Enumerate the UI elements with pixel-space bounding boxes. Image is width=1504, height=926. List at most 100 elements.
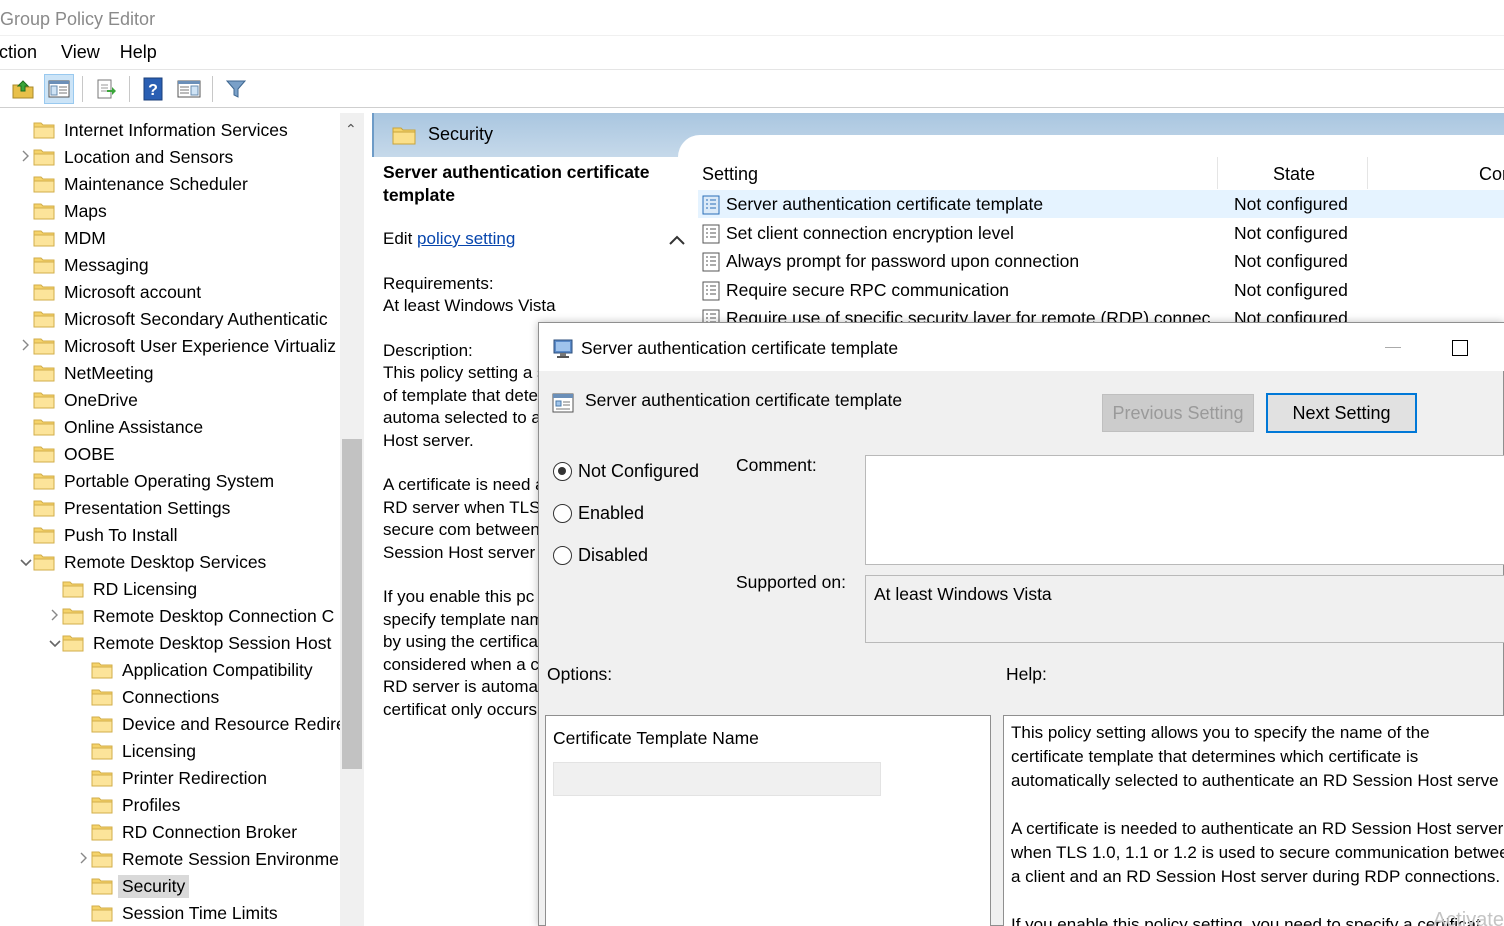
toolbar-separator — [129, 76, 130, 102]
tree-node-label: Microsoft User Experience Virtualiz — [64, 336, 336, 357]
supported-on-value: At least Windows Vista — [874, 584, 1052, 605]
tree-node-label: Session Time Limits — [122, 903, 278, 924]
folder-icon — [91, 689, 113, 706]
policy-dialog-icon — [551, 337, 575, 364]
tree-node[interactable]: Location and Sensors — [19, 144, 233, 171]
tree-node-label: Licensing — [122, 741, 196, 762]
chevron-right-icon[interactable] — [48, 609, 62, 624]
tree-node[interactable]: Messaging — [19, 252, 149, 279]
tree-scrollbar-thumb[interactable] — [342, 439, 362, 769]
radio-not-configured[interactable]: Not Configured — [553, 461, 699, 482]
export-list-icon[interactable] — [91, 74, 121, 104]
radio-label: Not Configured — [578, 461, 699, 482]
certificate-template-input[interactable] — [553, 762, 881, 796]
tree-node-label: Push To Install — [64, 525, 178, 546]
tree-node[interactable]: Profiles — [77, 792, 180, 819]
policy-setting-icon — [702, 281, 720, 306]
column-separator[interactable] — [1217, 157, 1218, 189]
tree-node[interactable]: Maps — [19, 198, 107, 225]
tree-node[interactable]: Presentation Settings — [19, 495, 230, 522]
radio-enabled[interactable]: Enabled — [553, 503, 644, 524]
tree-node[interactable]: Push To Install — [19, 522, 178, 549]
radio-circle[interactable] — [553, 546, 572, 565]
scroll-up-icon[interactable]: ⌃ — [345, 121, 357, 138]
certificate-template-label: Certificate Template Name — [553, 728, 759, 749]
tree-node[interactable]: RD Connection Broker — [77, 819, 297, 846]
chevron-right-icon[interactable] — [77, 852, 91, 867]
radio-circle[interactable] — [553, 504, 572, 523]
tree-node[interactable]: Microsoft account — [19, 279, 201, 306]
tree-node[interactable]: Connections — [77, 684, 219, 711]
folder-icon — [91, 716, 113, 733]
setting-row[interactable]: Always prompt for password upon connecti… — [698, 247, 1504, 275]
chevron-right-icon[interactable] — [19, 339, 33, 354]
tree-node-label: Printer Redirection — [122, 768, 267, 789]
tree-node[interactable]: Application Compatibility — [77, 657, 313, 684]
help-paragraph-3: If you enable this policy setting, you n… — [1011, 913, 1504, 926]
policy-setting-icon — [702, 195, 720, 220]
menu-action[interactable]: ction — [0, 42, 61, 63]
column-setting[interactable]: Setting — [702, 164, 758, 185]
maximize-icon[interactable] — [1452, 340, 1468, 356]
settings-list-header: Setting State Cor — [690, 157, 1504, 189]
radio-circle-checked[interactable] — [553, 462, 572, 481]
properties-view-icon[interactable] — [174, 74, 204, 104]
setting-row[interactable]: Set client connection encryption levelNo… — [698, 219, 1504, 247]
help-line: a client and an RD Session Host server d… — [1011, 867, 1500, 886]
folder-icon — [33, 257, 55, 274]
menu-view[interactable]: View — [61, 42, 120, 63]
tree-node[interactable]: Remote Desktop Session Host — [48, 630, 331, 657]
folder-icon — [33, 527, 55, 544]
show-hide-tree-icon[interactable] — [44, 74, 74, 104]
tree-node[interactable]: Remote Desktop Connection C — [48, 603, 334, 630]
tree-node[interactable]: Session Time Limits — [77, 900, 278, 926]
setting-row[interactable]: Server authentication certificate templa… — [698, 190, 1504, 218]
help-line: when TLS 1.0, 1.1 or 1.2 is used to secu… — [1011, 843, 1504, 862]
tree-node-label: Remote Session Environme — [122, 849, 339, 870]
tree-node[interactable]: Microsoft User Experience Virtualiz — [19, 333, 336, 360]
tree-node[interactable]: Remote Session Environme — [77, 846, 339, 873]
pane-splitter[interactable] — [364, 113, 372, 926]
help-icon[interactable]: ? — [138, 74, 168, 104]
radio-disabled[interactable]: Disabled — [553, 545, 648, 566]
chevron-down-icon[interactable] — [48, 636, 62, 651]
tree-node[interactable]: Licensing — [77, 738, 196, 765]
tree-node[interactable]: Maintenance Scheduler — [19, 171, 248, 198]
up-folder-icon[interactable] — [8, 74, 38, 104]
setting-row[interactable]: Require secure RPC communicationNot conf… — [698, 276, 1504, 304]
tree-node-label: Remote Desktop Session Host — [93, 633, 331, 654]
tree-node[interactable]: OOBE — [19, 441, 115, 468]
tree-node[interactable]: Microsoft Secondary Authenticatic — [19, 306, 328, 333]
supported-on-field: At least Windows Vista — [865, 575, 1504, 643]
activate-windows-watermark: Activate — [1433, 909, 1504, 926]
tree-node[interactable]: OneDrive — [19, 387, 138, 414]
column-comment[interactable]: Cor — [1479, 164, 1504, 185]
policy-setting-link[interactable]: policy setting — [417, 229, 515, 248]
tree-node[interactable]: Online Assistance — [19, 414, 203, 441]
help-paragraph-1: This policy setting allows you to specif… — [1011, 721, 1504, 793]
column-separator[interactable] — [1367, 157, 1368, 189]
column-state[interactable]: State — [1273, 164, 1315, 185]
tree-scrollbar[interactable]: ⌃ — [340, 113, 364, 926]
tree-node[interactable]: MDM — [19, 225, 106, 252]
minimize-icon[interactable] — [1385, 347, 1401, 348]
comment-input[interactable] — [865, 455, 1504, 565]
previous-setting-button[interactable]: Previous Setting — [1102, 394, 1254, 432]
filter-icon[interactable] — [221, 74, 251, 104]
chevron-right-icon[interactable] — [19, 150, 33, 165]
help-text: This policy setting allows you to specif… — [1011, 721, 1504, 926]
tree-node-label: Maintenance Scheduler — [64, 174, 248, 195]
chevron-down-icon[interactable] — [19, 555, 33, 570]
tree-node[interactable]: Remote Desktop Services — [19, 549, 266, 576]
help-panel: This policy setting allows you to specif… — [1003, 715, 1504, 926]
tree-node[interactable]: NetMeeting — [19, 360, 154, 387]
tree-node[interactable]: Internet Information Services — [19, 117, 288, 144]
tree-node[interactable]: RD Licensing — [48, 576, 197, 603]
menu-help[interactable]: Help — [120, 42, 177, 63]
tree-node[interactable]: Device and Resource Redire — [77, 711, 346, 738]
tree-node[interactable]: Printer Redirection — [77, 765, 267, 792]
tree-node[interactable]: Security — [77, 873, 189, 900]
folder-icon — [33, 392, 55, 409]
next-setting-button[interactable]: Next Setting — [1266, 393, 1417, 433]
tree-node[interactable]: Portable Operating System — [19, 468, 274, 495]
